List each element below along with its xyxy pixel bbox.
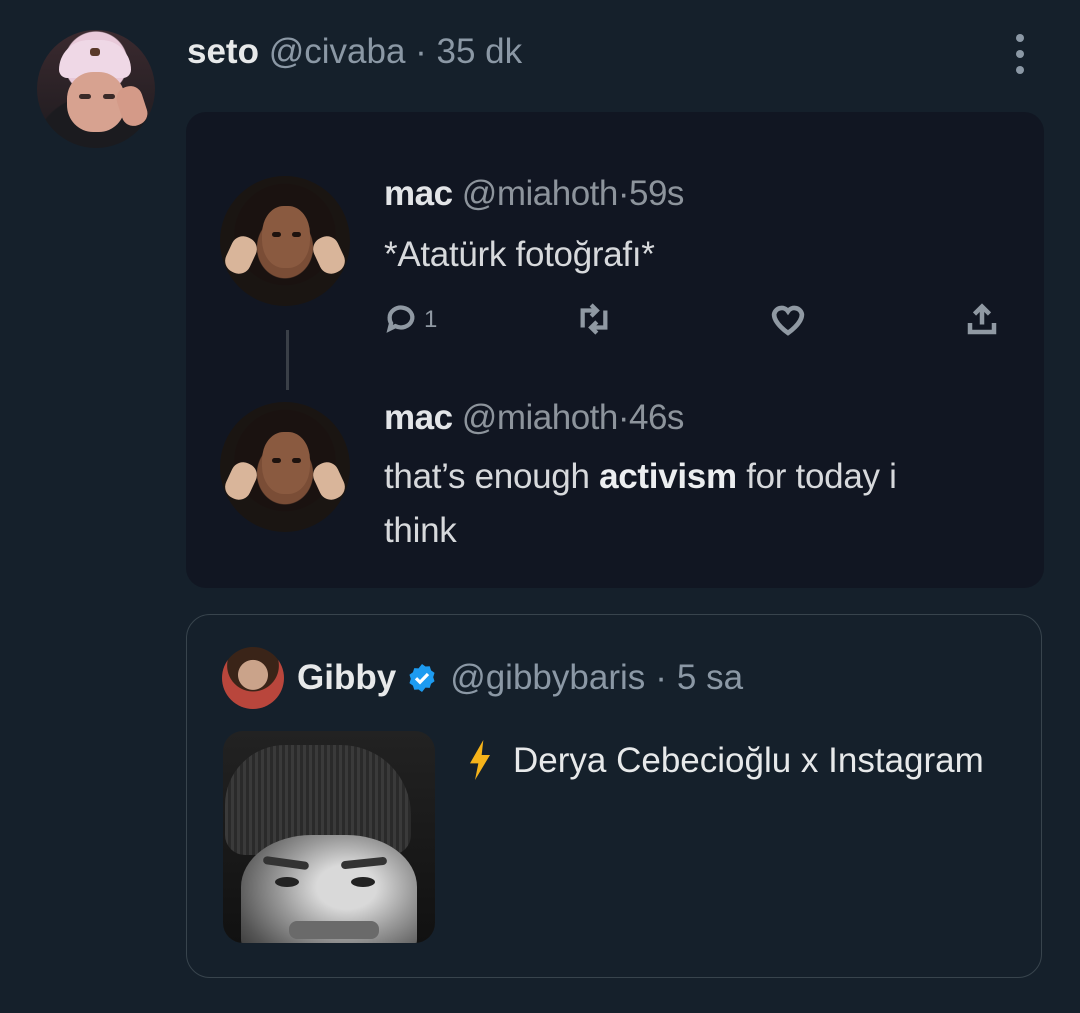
- separator: ·: [415, 32, 427, 71]
- quoted-tweet-header: Gibby @gibbybaris · 5 sa: [297, 658, 743, 698]
- inner-handle: @miahoth: [461, 398, 619, 437]
- eye: [292, 458, 301, 463]
- inner-separator: ·: [617, 398, 630, 437]
- dot: [1016, 34, 1024, 42]
- inner-separator: ·: [617, 174, 630, 213]
- dot: [1016, 66, 1024, 74]
- tweet-header: seto @civaba · 35 dk: [187, 31, 522, 73]
- quoted-author-avatar[interactable]: [222, 647, 284, 709]
- reply-icon: [384, 302, 418, 343]
- inner-post-header: mac @miahoth·46s: [384, 398, 684, 438]
- quoted-text-body: Derya Cebecioğlu x Instagram: [513, 741, 984, 780]
- eye: [275, 877, 299, 887]
- quoted-tweet-card[interactable]: Gibby @gibbybaris · 5 sa Derya Cebecioğl…: [186, 614, 1042, 978]
- inner-action-bar: 1: [384, 302, 1009, 342]
- inner-avatar: [220, 402, 350, 532]
- tweet-media-image[interactable]: mac @miahoth·59s *Atatürk fotoğrafı* 1 m…: [186, 112, 1044, 588]
- inner-post-header: mac @miahoth·59s: [384, 174, 684, 214]
- eye: [292, 232, 301, 237]
- author-handle[interactable]: @civaba: [269, 32, 406, 71]
- text-part: for today i: [736, 457, 897, 496]
- mustache: [289, 921, 379, 939]
- eye: [272, 232, 281, 237]
- tweet-time[interactable]: 35 dk: [437, 32, 523, 71]
- inner-avatar: [220, 176, 350, 306]
- reply-count: 1: [424, 306, 438, 333]
- inner-name: mac: [384, 174, 453, 213]
- hand: [221, 458, 261, 504]
- more-options-icon[interactable]: [1010, 34, 1030, 74]
- inner-post-text: that’s enough activism for today i think: [384, 450, 897, 558]
- hand: [309, 232, 349, 278]
- share-icon: [964, 302, 1000, 345]
- avatar-eye: [103, 94, 115, 99]
- lightning-bolt-icon: [470, 740, 490, 780]
- inner-time: 46s: [629, 398, 684, 437]
- retweet-icon: [574, 302, 614, 343]
- inner-name: mac: [384, 398, 453, 437]
- quoted-media-thumbnail[interactable]: [223, 731, 435, 943]
- avatar-eye: [79, 94, 91, 99]
- inner-post-text: *Atatürk fotoğrafı*: [384, 235, 655, 274]
- inner-time: 59s: [629, 174, 684, 213]
- text-part: that’s enough: [384, 457, 590, 496]
- text-bold: activism: [599, 457, 737, 496]
- face: [262, 432, 310, 494]
- verified-badge-icon: [409, 664, 435, 692]
- like-icon: [769, 302, 807, 343]
- dot: [1016, 50, 1024, 58]
- separator: ·: [655, 658, 667, 697]
- hand: [309, 458, 349, 504]
- text-part: think: [384, 511, 457, 550]
- eye: [272, 458, 281, 463]
- quoted-tweet-text: Derya Cebecioğlu x Instagram: [467, 735, 987, 787]
- quoted-tweet-time[interactable]: 5 sa: [677, 658, 743, 698]
- author-name[interactable]: seto: [187, 32, 259, 71]
- quoted-author-handle[interactable]: @gibbybaris: [450, 658, 645, 698]
- face: [262, 206, 310, 268]
- inner-handle: @miahoth: [461, 174, 619, 213]
- hand: [221, 232, 261, 278]
- eye: [351, 877, 375, 887]
- author-avatar[interactable]: [37, 30, 155, 148]
- quoted-author-name[interactable]: Gibby: [297, 658, 396, 698]
- thread-connector: [286, 330, 289, 390]
